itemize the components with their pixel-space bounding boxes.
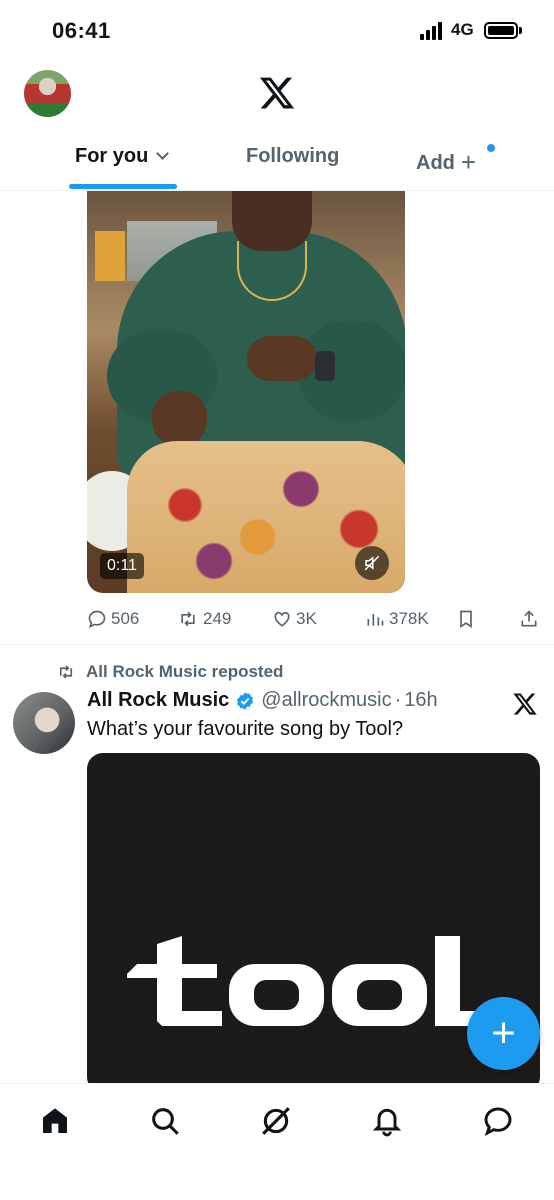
post-header: All Rock Music @allrockmusic · 16h bbox=[87, 689, 438, 712]
share-button[interactable] bbox=[519, 605, 543, 633]
active-tab-indicator bbox=[69, 184, 177, 189]
share-icon bbox=[521, 610, 537, 627]
battery-icon bbox=[484, 22, 518, 39]
plus-icon: + bbox=[460, 147, 477, 177]
home-icon bbox=[43, 1108, 67, 1133]
post-text: What’s your favourite song by Tool? bbox=[87, 718, 404, 740]
nav-notifications[interactable] bbox=[367, 1101, 407, 1141]
app-screen: 06:41 4G For you Following Add + 0:11 50… bbox=[0, 0, 554, 1200]
search-icon bbox=[152, 1108, 179, 1135]
post-divider bbox=[0, 644, 554, 645]
views-button[interactable]: 378K bbox=[365, 605, 429, 633]
reply-count: 506 bbox=[111, 609, 140, 628]
repost-icon bbox=[59, 665, 73, 679]
meta-separator: · bbox=[394, 689, 402, 711]
nav-search[interactable] bbox=[145, 1101, 185, 1141]
repost-context[interactable]: All Rock Music reposted bbox=[56, 662, 283, 682]
profile-avatar[interactable] bbox=[24, 70, 71, 117]
tab-for-you[interactable]: For you bbox=[75, 145, 170, 168]
status-bar: 06:41 4G bbox=[0, 0, 554, 60]
notification-dot bbox=[487, 144, 495, 152]
views-icon bbox=[367, 614, 384, 626]
messages-icon bbox=[484, 1107, 512, 1137]
view-count: 378K bbox=[389, 609, 429, 628]
grok-icon bbox=[262, 1107, 290, 1135]
tab-add[interactable]: Add + bbox=[416, 145, 477, 177]
x-logo[interactable] bbox=[512, 691, 538, 717]
nav-grok[interactable] bbox=[256, 1101, 296, 1141]
repost-context-label: All Rock Music reposted bbox=[86, 662, 284, 681]
author-handle[interactable]: @allrockmusic bbox=[261, 689, 391, 712]
repost-count: 249 bbox=[203, 609, 232, 628]
video-duration: 0:11 bbox=[100, 553, 144, 579]
verified-badge-icon bbox=[237, 691, 254, 710]
reply-icon bbox=[88, 610, 106, 629]
author-avatar[interactable] bbox=[13, 692, 75, 754]
mute-button[interactable] bbox=[355, 546, 389, 580]
heart-icon bbox=[274, 611, 290, 627]
signal-icon bbox=[420, 22, 444, 40]
status-time: 06:41 bbox=[52, 18, 111, 43]
battery-cap bbox=[519, 27, 522, 34]
timeline-tabs: For you Following Add + bbox=[0, 135, 554, 191]
bookmark-icon bbox=[460, 610, 472, 629]
network-type: 4G bbox=[451, 20, 474, 39]
nav-messages[interactable] bbox=[478, 1101, 518, 1141]
tool-band-logo bbox=[127, 936, 487, 1026]
bottom-navigation bbox=[0, 1083, 554, 1200]
like-count: 3K bbox=[296, 609, 317, 628]
repost-icon bbox=[181, 611, 195, 627]
chevron-down-icon bbox=[156, 147, 170, 160]
tab-following[interactable]: Following bbox=[246, 145, 339, 168]
muted-speaker-icon bbox=[364, 555, 380, 571]
reply-button[interactable]: 506 bbox=[87, 605, 139, 633]
repost-button[interactable]: 249 bbox=[177, 605, 231, 633]
post-time[interactable]: 16h bbox=[404, 689, 437, 712]
post-video[interactable] bbox=[87, 191, 405, 593]
plus-icon: + bbox=[491, 1007, 516, 1055]
author-name[interactable]: All Rock Music bbox=[87, 689, 229, 712]
notifications-icon bbox=[372, 1108, 402, 1137]
tab-for-you-label: For you bbox=[75, 145, 149, 167]
tab-add-label: Add bbox=[416, 152, 455, 174]
compose-button[interactable]: + bbox=[467, 997, 540, 1070]
nav-home[interactable] bbox=[35, 1101, 75, 1141]
post-actions: 506 249 3K 378K bbox=[0, 605, 554, 633]
like-button[interactable]: 3K bbox=[272, 605, 317, 633]
x-logo bbox=[259, 77, 295, 109]
bookmark-button[interactable] bbox=[456, 605, 480, 633]
